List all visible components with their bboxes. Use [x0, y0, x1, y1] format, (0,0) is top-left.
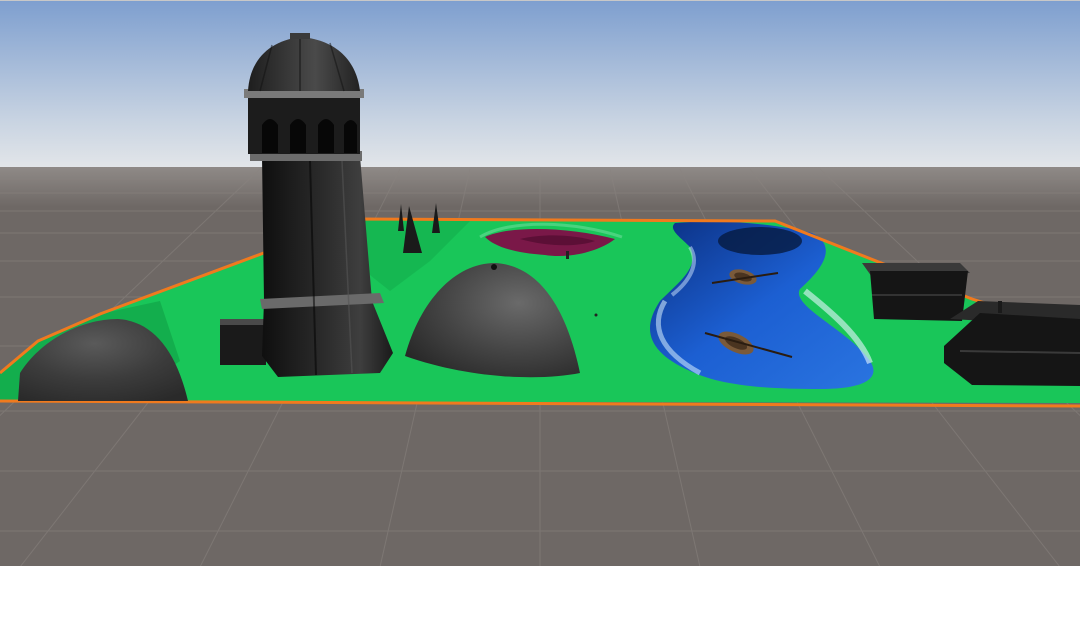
- scene-viewport[interactable]: [0, 0, 1080, 566]
- house-2[interactable]: [944, 301, 1080, 386]
- sky: [0, 1, 1080, 169]
- scene-canvas[interactable]: [0, 1, 1080, 566]
- bottom-blank-area: [0, 566, 1080, 630]
- house-1[interactable]: [862, 263, 970, 321]
- tower-annex: [220, 319, 266, 365]
- hill-marker: [491, 264, 497, 270]
